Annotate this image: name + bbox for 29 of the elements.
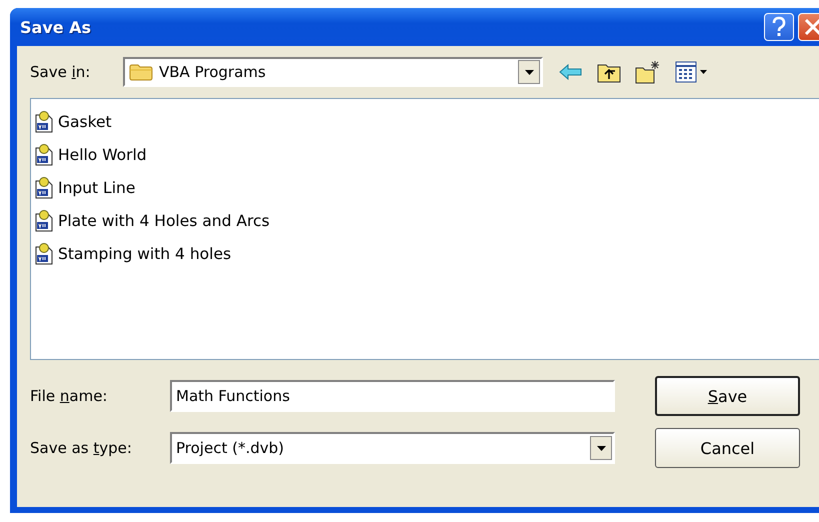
vba-file-icon [35,176,55,198]
question-mark-icon [770,16,788,38]
window-title: Save As [20,18,92,36]
save-as-type-dropdown[interactable]: Project (*.dvb) [170,432,615,464]
save-button[interactable]: Save [655,376,800,416]
vba-file-icon [35,110,55,132]
save-in-dropdown[interactable]: VBA Programs [123,57,543,87]
file-item[interactable]: Input Line [35,171,136,204]
file-name-label: File name: [30,387,108,405]
save-as-type-label: Save as type: [30,439,133,457]
vba-file-icon [35,210,55,232]
save-in-value: VBA Programs [159,63,267,81]
file-item[interactable]: Hello World [35,138,147,171]
view-menu-icon[interactable] [675,61,709,83]
save-as-type-value: Project (*.dvb) [176,439,285,457]
folder-icon [129,63,153,81]
vba-file-icon [35,242,55,264]
file-item[interactable]: Plate with 4 Holes and Arcs [35,204,270,237]
help-button[interactable] [764,13,794,41]
vba-file-icon [35,144,55,166]
file-name-field[interactable]: Math Functions [170,380,615,412]
new-folder-icon[interactable] [635,60,661,84]
back-arrow-icon[interactable] [559,64,583,80]
cancel-button[interactable]: Cancel [655,428,800,468]
save-in-label: Save in: [30,63,92,81]
file-item[interactable]: Gasket [35,105,112,138]
file-item[interactable]: Stamping with 4 holes [35,237,232,270]
close-icon [804,18,819,36]
close-button[interactable] [798,13,819,41]
